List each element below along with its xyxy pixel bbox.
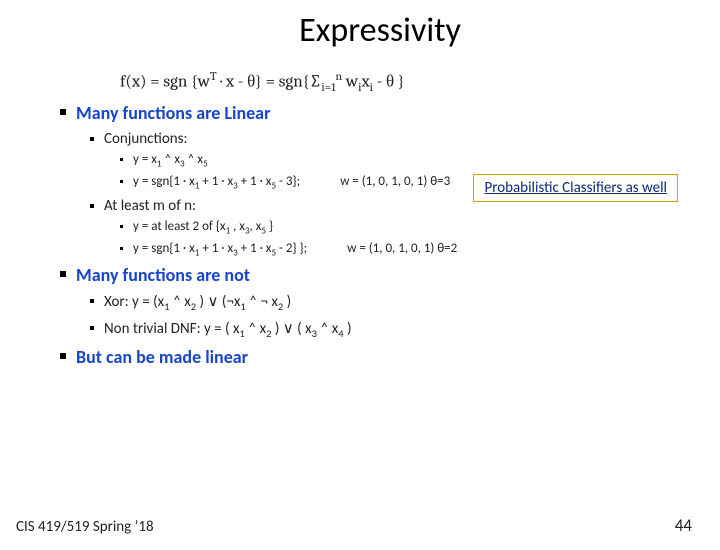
footer-page-number: 44 xyxy=(675,515,692,536)
conjunctions-label: Conjunctions: xyxy=(104,130,188,148)
atleast-line2-weights: w = (1, 0, 1, 0, 1) θ=2 xyxy=(347,241,457,256)
heading-notlinear: Many functions are not xyxy=(60,264,720,286)
xor-line: Xor: y = (x1 ˄ x2 ) ∨ (¬x1 ˄ ¬ x2 ) xyxy=(90,292,720,313)
atleast-label: At least m of n: xyxy=(104,197,196,215)
threshold-formula: f(x) = sgn {wT · x - θ} = sgn{∑i=1n wixi… xyxy=(120,69,720,94)
conj-example-1: y = x1 ˄ x3 ˄ x5 xyxy=(120,152,720,170)
atleast-line2-left: y = sgn{1 · x1 + 1 · x3 + 1 · x5 - 2} }; xyxy=(133,241,307,259)
bullet-icon xyxy=(120,180,123,183)
heading-linear: Many functions are Linear xyxy=(60,102,720,124)
conj-line2-left: y = sgn{1 · x1 + 1 · x3 + 1 · x5 - 3}; xyxy=(133,174,300,192)
atleast-example-2: y = sgn{1 · x1 + 1 · x3 + 1 · x5 - 2} };… xyxy=(120,241,720,259)
bullet-icon xyxy=(90,299,94,303)
xor-text: Xor: y = (x1 ˄ x2 ) ∨ (¬x1 ˄ ¬ x2 ) xyxy=(104,292,291,313)
bullet-icon xyxy=(60,353,66,359)
heading-madelinear: But can be made linear xyxy=(60,346,720,368)
bullet-icon xyxy=(90,137,94,141)
bullet-icon xyxy=(120,225,123,228)
bullet-icon xyxy=(60,271,66,277)
heading-madelinear-text: But can be made linear xyxy=(76,346,248,368)
heading-notlinear-text: Many functions are not xyxy=(76,264,250,286)
conj-line2-weights: w = (1, 0, 1, 0, 1) θ=3 xyxy=(340,174,450,189)
subheading-conjunctions: Conjunctions: xyxy=(90,130,720,148)
atleast-example-1: y = at least 2 of {x1 , x3, x5 } xyxy=(120,219,720,237)
callout-box: Probabilistic Classifiers as well xyxy=(473,174,678,202)
heading-linear-text: Many functions are Linear xyxy=(76,102,270,124)
conj-line1: y = x1 ˄ x3 ˄ x5 xyxy=(133,152,208,170)
footer-course: CIS 419/519 Spring ’18 xyxy=(16,518,154,536)
dnf-line: Non trivial DNF: y = ( x1 ˄ x2 ) ∨ ( x3 … xyxy=(90,319,720,340)
dnf-text: Non trivial DNF: y = ( x1 ˄ x2 ) ∨ ( x3 … xyxy=(104,319,352,340)
atleast-line1: y = at least 2 of {x1 , x3, x5 } xyxy=(133,219,273,237)
bullet-icon xyxy=(120,247,123,250)
bullet-icon xyxy=(90,326,94,330)
slide-title: Expressivity xyxy=(0,10,720,51)
bullet-icon xyxy=(90,204,94,208)
bullet-icon xyxy=(120,158,123,161)
bullet-icon xyxy=(60,109,66,115)
